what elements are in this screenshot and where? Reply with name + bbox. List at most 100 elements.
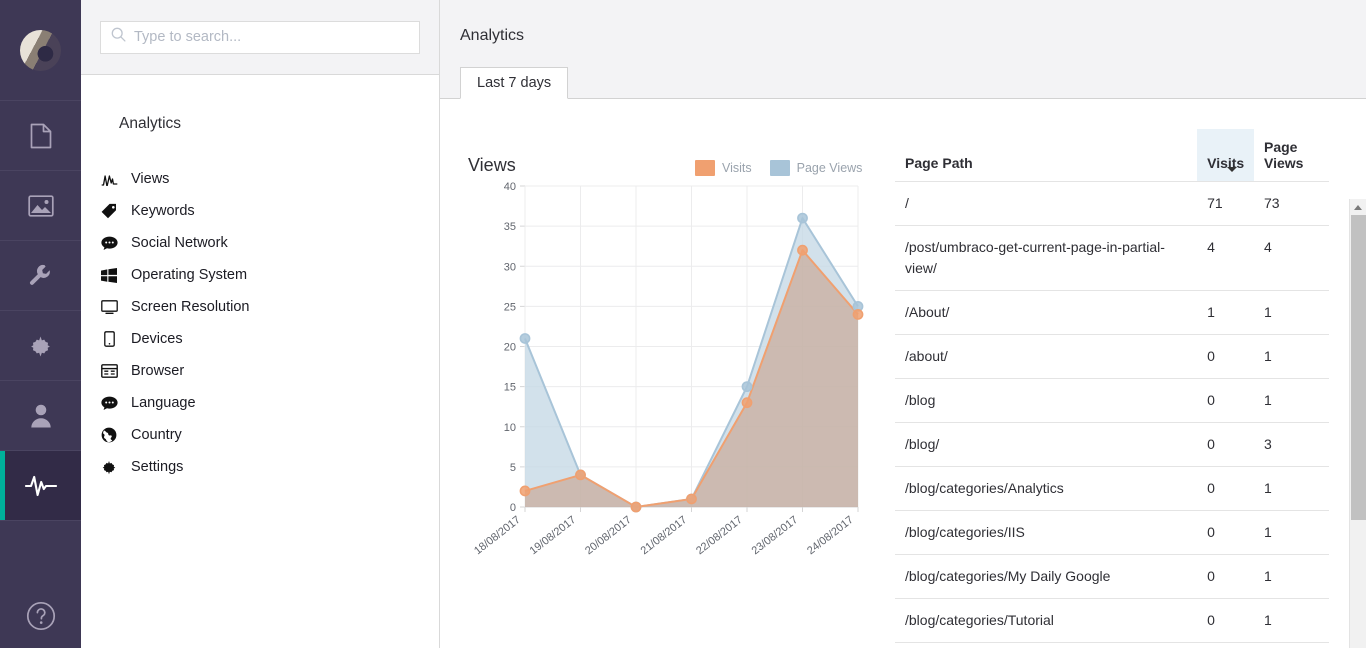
avatar[interactable] <box>20 30 61 71</box>
chart-x-tick-label: 23/08/2017 <box>750 514 801 557</box>
help-circle-icon <box>26 601 56 636</box>
chevron-up-icon <box>1354 205 1362 210</box>
tree-item-language[interactable]: Language <box>81 387 439 419</box>
search-box[interactable] <box>100 21 420 54</box>
chart-point[interactable] <box>631 502 640 511</box>
table-row[interactable]: /about/01 <box>895 335 1329 379</box>
table-row[interactable]: /About/11 <box>895 291 1329 335</box>
chart-point[interactable] <box>742 382 751 391</box>
chart-x-tick-label: 20/08/2017 <box>583 514 634 557</box>
chart-y-tick-label: 25 <box>504 301 516 313</box>
tree-item-settings[interactable]: Settings <box>81 451 439 483</box>
chart-point[interactable] <box>520 334 529 343</box>
tree-item-operating-system[interactable]: Operating System <box>81 259 439 291</box>
chart-point[interactable] <box>853 310 862 319</box>
tree-item-devices[interactable]: Devices <box>81 323 439 355</box>
tab-bar: Last 7 days <box>460 67 568 99</box>
chart-pulse-icon <box>100 173 118 186</box>
monitor-icon <box>100 300 118 314</box>
chart-y-tick-label: 15 <box>504 382 516 394</box>
cell-page-views: 4 <box>1254 226 1329 291</box>
cell-page-path: /about/ <box>895 335 1197 379</box>
tree-title-label: Analytics <box>100 115 181 132</box>
column-header-visits-label: Visits <box>1207 155 1244 171</box>
cell-page-views: 1 <box>1254 379 1329 423</box>
chart-point[interactable] <box>687 494 696 503</box>
analytics-tree: Analytics Views <box>81 75 439 483</box>
chart-point[interactable] <box>798 214 807 223</box>
cell-visits: 1 <box>1197 291 1254 335</box>
cell-page-path: /blog/categories/Analytics <box>895 467 1197 511</box>
column-header-visits[interactable]: Visits <box>1197 129 1254 182</box>
browser-window-icon <box>100 364 118 378</box>
page-title: Analytics <box>460 27 524 45</box>
views-area-chart[interactable]: 051015202530354018/08/201719/08/201720/0… <box>440 174 895 574</box>
sidebar-item-users[interactable] <box>0 381 81 451</box>
vertical-scrollbar[interactable] <box>1349 199 1366 648</box>
cell-page-path: /blog/categories/IIS <box>895 511 1197 555</box>
table-row[interactable]: /7173 <box>895 182 1329 226</box>
table-row[interactable]: /blog/categories/IIS01 <box>895 511 1329 555</box>
cell-visits: 0 <box>1197 423 1254 467</box>
tree-item-label: Devices <box>131 331 183 347</box>
sidebar-item-settings[interactable] <box>0 241 81 311</box>
legend-label: Page Views <box>797 161 863 175</box>
search-input[interactable] <box>134 29 409 45</box>
table-row[interactable]: /blog/categories/Analytics01 <box>895 467 1329 511</box>
tree-item-country[interactable]: Country <box>81 419 439 451</box>
scroll-up-button[interactable] <box>1350 199 1366 215</box>
cell-visits: 0 <box>1197 599 1254 643</box>
chart-y-tick-label: 10 <box>504 422 516 434</box>
scrollbar-thumb[interactable] <box>1351 215 1366 520</box>
chart-x-tick-label: 19/08/2017 <box>528 514 579 557</box>
tree-item-screen-resolution[interactable]: Screen Resolution <box>81 291 439 323</box>
cell-page-path: /blog/ <box>895 423 1197 467</box>
chart-point[interactable] <box>576 470 585 479</box>
tree-item-label: Screen Resolution <box>131 299 250 315</box>
tree-item-label: Operating System <box>131 267 247 283</box>
sidebar-item-analytics[interactable] <box>0 451 81 521</box>
page-path-table-panel: Page Path Visits Page Views /7173/post/u… <box>895 129 1349 643</box>
tree-item-social-network[interactable]: Social Network <box>81 227 439 259</box>
table-row[interactable]: /blog/categories/My Daily Google01 <box>895 555 1329 599</box>
sidebar-item-help[interactable] <box>0 601 81 636</box>
cell-page-views: 1 <box>1254 599 1329 643</box>
tree-item-views[interactable]: Views <box>81 163 439 195</box>
chart-y-tick-label: 5 <box>510 462 516 474</box>
table-header-row: Page Path Visits Page Views <box>895 129 1329 182</box>
chart-y-tick-label: 20 <box>504 342 516 354</box>
section-panel: Analytics Views <box>81 0 440 648</box>
tree-item-browser[interactable]: Browser <box>81 355 439 387</box>
tree-item-keywords[interactable]: Keywords <box>81 195 439 227</box>
chart-point[interactable] <box>798 246 807 255</box>
cell-visits: 4 <box>1197 226 1254 291</box>
content-area: Analytics Last 7 days Views Visits <box>440 0 1366 648</box>
column-header-page-views[interactable]: Page Views <box>1254 129 1329 182</box>
page-path-table: Page Path Visits Page Views /7173/post/u… <box>895 129 1329 643</box>
table-row[interactable]: /post/umbraco-get-current-page-in-partia… <box>895 226 1329 291</box>
table-row[interactable]: /blog/categories/Tutorial01 <box>895 599 1329 643</box>
cell-visits: 0 <box>1197 511 1254 555</box>
avatar-cell <box>0 0 81 100</box>
sidebar-item-media[interactable] <box>0 171 81 241</box>
views-chart-panel: Views Visits Page Views 0510152025303540… <box>440 129 895 643</box>
cell-page-views: 1 <box>1254 555 1329 599</box>
chart-point[interactable] <box>520 486 529 495</box>
app-rail <box>0 0 81 648</box>
sidebar-item-developer[interactable] <box>0 311 81 381</box>
tree-item-label: Settings <box>131 459 183 475</box>
tree-item-label: Browser <box>131 363 184 379</box>
table-row[interactable]: /blog/03 <box>895 423 1329 467</box>
search-bar <box>81 0 439 75</box>
column-header-page-path[interactable]: Page Path <box>895 129 1197 182</box>
globe-icon <box>100 427 118 443</box>
tab-last-7-days[interactable]: Last 7 days <box>460 67 568 99</box>
tree-list: Views Keywords <box>81 163 439 483</box>
legend-label: Visits <box>722 161 752 175</box>
table-row[interactable]: /blog01 <box>895 379 1329 423</box>
cell-page-path: /post/umbraco-get-current-page-in-partia… <box>895 226 1197 291</box>
cell-page-views: 1 <box>1254 291 1329 335</box>
chart-point[interactable] <box>742 398 751 407</box>
sidebar-item-content[interactable] <box>0 101 81 171</box>
chart-y-tick-label: 0 <box>510 502 516 514</box>
